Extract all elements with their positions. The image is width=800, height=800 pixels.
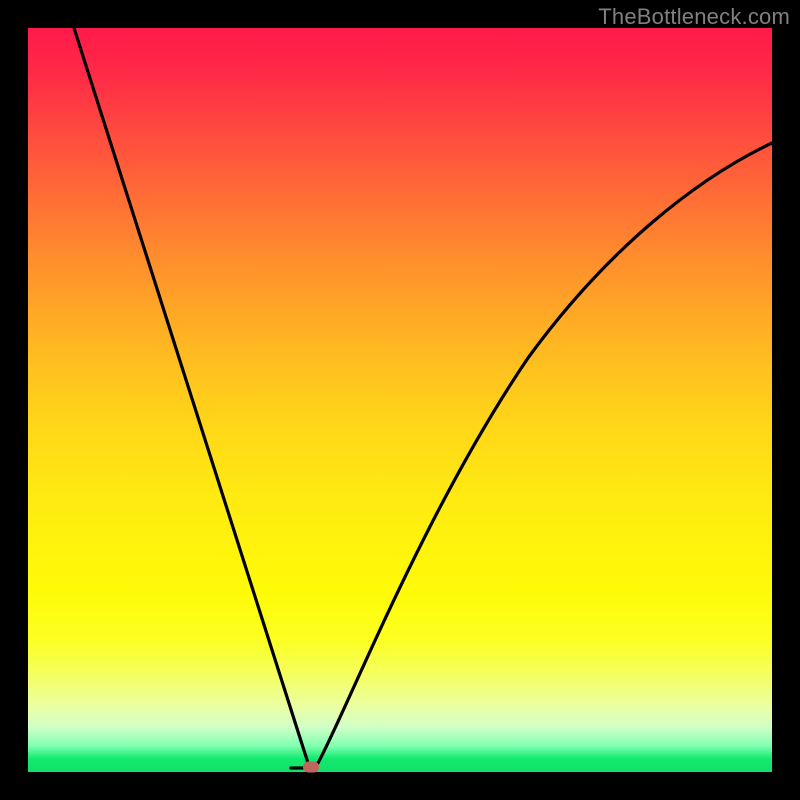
bottleneck-curve — [74, 28, 772, 768]
plot-area — [28, 28, 772, 772]
chart-frame: TheBottleneck.com — [0, 0, 800, 800]
curve-svg — [28, 28, 772, 772]
optimum-marker — [303, 762, 319, 773]
watermark-text: TheBottleneck.com — [598, 4, 790, 30]
